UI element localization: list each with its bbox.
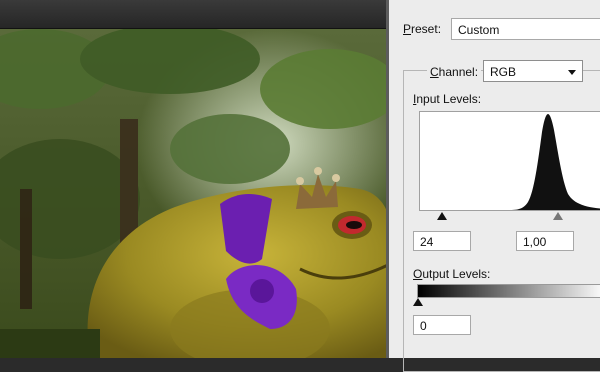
histogram — [419, 111, 600, 211]
input-black-point-slider[interactable] — [437, 212, 447, 220]
histogram-graph — [420, 114, 600, 210]
document-canvas[interactable] — [0, 29, 390, 358]
output-levels-gradient — [417, 284, 600, 298]
input-gamma-field[interactable]: 1,00 — [516, 231, 574, 251]
output-black-field[interactable]: 0 — [413, 315, 471, 335]
input-gamma-slider[interactable] — [553, 212, 563, 220]
input-levels-label: Input Levels: — [413, 92, 482, 106]
levels-dialog: Preset: Custom Channel: RGB Input Levels… — [386, 0, 600, 372]
app-title-bar — [0, 0, 390, 29]
chevron-down-icon — [568, 70, 576, 75]
frog-photo — [0, 29, 390, 358]
preset-label: Preset: — [403, 22, 442, 36]
output-levels-label: Output Levels: — [413, 267, 491, 281]
preset-dropdown[interactable]: Custom — [451, 18, 600, 40]
output-black-point-slider[interactable] — [413, 298, 423, 306]
channel-label: Channel: — [427, 65, 482, 79]
channel-value: RGB — [490, 65, 517, 79]
channel-dropdown[interactable]: RGB — [483, 60, 583, 82]
input-black-field[interactable]: 24 — [413, 231, 471, 251]
